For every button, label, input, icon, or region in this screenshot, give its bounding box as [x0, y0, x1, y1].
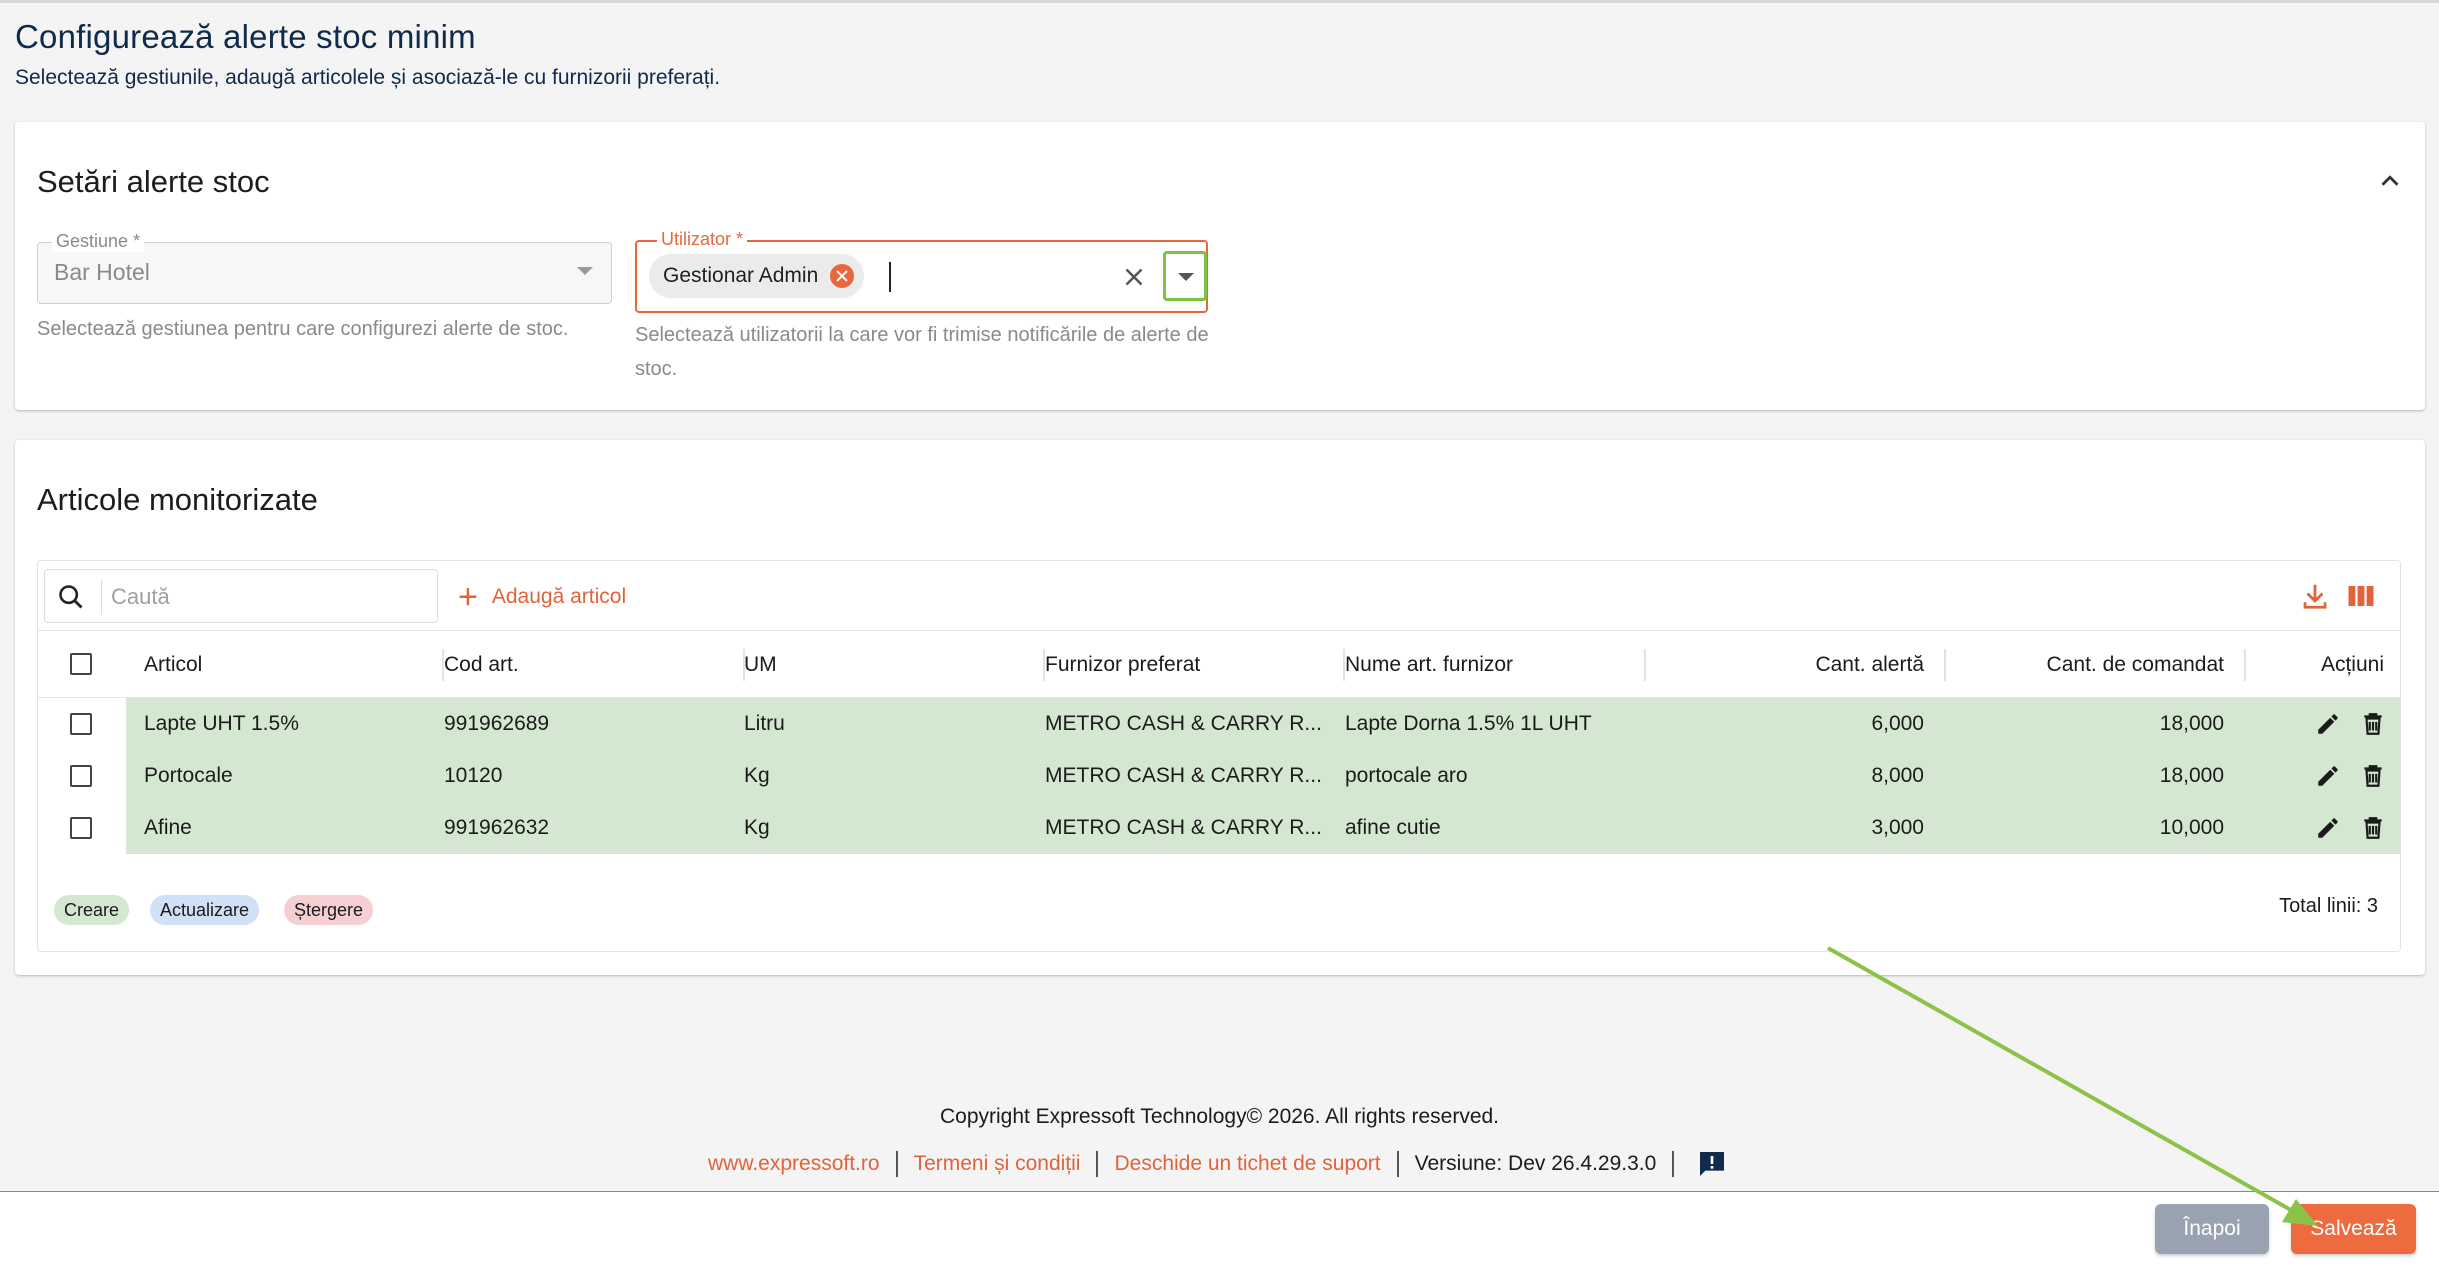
chevron-down-icon: [577, 267, 593, 275]
cell-um: Kg: [744, 764, 770, 787]
cell-cant-alerta: 8,000: [1871, 764, 1924, 787]
clear-icon[interactable]: [1119, 262, 1149, 292]
cell-articol: Portocale: [144, 764, 233, 787]
column-header[interactable]: Furnizor preferat: [1045, 631, 1200, 699]
terms-link[interactable]: Termeni și condiții: [914, 1152, 1081, 1176]
chevron-down-icon: [1178, 273, 1194, 281]
column-header[interactable]: UM: [744, 631, 777, 699]
trash-icon[interactable]: [2360, 763, 2386, 789]
cell-nume-furnizor: afine cutie: [1345, 816, 1441, 839]
total-rows: Total linii: 3: [2279, 895, 2378, 917]
cell-furnizor: METRO CASH & CARRY R...: [1045, 764, 1322, 787]
user-chip-label: Gestionar Admin: [663, 264, 819, 287]
edit-icon[interactable]: [2315, 815, 2341, 841]
plus-icon: +: [458, 578, 478, 616]
cell-furnizor: METRO CASH & CARRY R...: [1045, 712, 1322, 735]
column-divider[interactable]: [1644, 649, 1646, 681]
search-divider: [101, 580, 102, 614]
settings-card: Setări alerte stoc Gestiune * Bar Hotel …: [15, 122, 2425, 410]
add-article-button[interactable]: + Adaugă articol: [458, 577, 626, 617]
chip-remove-icon[interactable]: [830, 264, 855, 288]
cell-cant-comanda: 18,000: [2159, 712, 2224, 735]
support-ticket-link[interactable]: Deschide un tichet de suport: [1114, 1152, 1380, 1176]
chevron-up-icon[interactable]: [2375, 166, 2405, 196]
search-box: [44, 569, 438, 623]
download-icon[interactable]: [2300, 581, 2330, 611]
edit-icon[interactable]: [2315, 763, 2341, 789]
table-row[interactable]: Lapte UHT 1.5% 991962689 Litru METRO CAS…: [38, 698, 2400, 750]
column-divider[interactable]: [1944, 649, 1946, 681]
version-text: Versiune: Dev 26.4.29.3.0: [1414, 1152, 1657, 1175]
divider: [895, 1151, 898, 1177]
cell-articol: Lapte UHT 1.5%: [144, 712, 299, 735]
select-all-checkbox[interactable]: [70, 653, 92, 675]
row-checkbox[interactable]: [70, 817, 92, 839]
legend-update: Actualizare: [150, 895, 260, 925]
column-header[interactable]: Cant. de comandat: [2047, 631, 2224, 699]
table-header: Articol Cod art. UM Furnizor preferat Nu…: [38, 630, 2400, 698]
column-header[interactable]: Cant. alertă: [1815, 631, 1924, 699]
cell-cod: 991962689: [444, 712, 550, 735]
cell-furnizor: METRO CASH & CARRY R...: [1045, 816, 1322, 839]
action-bar: Înapoi Salvează: [0, 1191, 2439, 1268]
site-link[interactable]: www.expressoft.ro: [708, 1152, 880, 1176]
row-checkbox[interactable]: [70, 713, 92, 735]
search-input[interactable]: [111, 580, 431, 614]
cell-cant-comanda: 18,000: [2159, 764, 2224, 787]
gestiune-value: Bar Hotel: [54, 259, 150, 285]
text-cursor: [889, 262, 891, 292]
articles-table: + Adaugă articol Articol Cod art. UM Fur…: [37, 560, 2401, 952]
cell-articol: Afine: [144, 816, 192, 839]
legend-create: Creare: [54, 895, 130, 925]
divider: [1672, 1151, 1675, 1177]
columns-icon[interactable]: [2346, 581, 2376, 611]
user-chip: Gestionar Admin: [649, 254, 865, 298]
save-button[interactable]: Salvează: [2291, 1204, 2416, 1254]
top-divider: [0, 0, 2439, 3]
search-icon: [59, 585, 83, 609]
column-header[interactable]: Cod art.: [444, 631, 519, 699]
utilizator-label: Utilizator *: [657, 228, 748, 250]
divider: [1396, 1151, 1399, 1177]
cell-cod: 991962632: [444, 816, 550, 839]
gestiune-label: Gestiune *: [52, 230, 145, 252]
utilizator-autocomplete[interactable]: Utilizator * Gestionar Admin: [635, 228, 1208, 313]
gestiune-select[interactable]: Gestiune * Bar Hotel: [37, 230, 612, 304]
gestiune-helper: Selectează gestiunea pentru care configu…: [37, 318, 569, 340]
column-header[interactable]: Nume art. furnizor: [1345, 631, 1513, 699]
table-row[interactable]: Afine 991962632 Kg METRO CASH & CARRY R.…: [38, 802, 2400, 854]
divider: [1096, 1151, 1099, 1177]
copyright: Copyright Expressoft Technology© 2026. A…: [939, 1105, 1500, 1128]
add-article-label: Adaugă articol: [491, 585, 627, 608]
cell-cant-alerta: 6,000: [1871, 712, 1924, 735]
articles-card: Articole monitorizate + Adaugă articol A…: [15, 440, 2425, 975]
cell-cant-alerta: 3,000: [1871, 816, 1924, 839]
cell-cod: 10120: [444, 764, 503, 787]
cell-nume-furnizor: Lapte Dorna 1.5% 1L UHT: [1345, 712, 1592, 735]
column-header: Acțiuni: [2320, 653, 2384, 676]
page-subtitle: Selectează gestiunile, adaugă articolele…: [15, 66, 721, 89]
footer-links: www.expressoft.ro Termeni și condiții De…: [708, 1148, 1728, 1180]
page-title: Configurează alerte stoc minim: [15, 18, 476, 55]
trash-icon[interactable]: [2360, 711, 2386, 737]
trash-icon[interactable]: [2360, 815, 2386, 841]
cell-nume-furnizor: portocale aro: [1345, 764, 1468, 787]
cell-cant-comanda: 10,000: [2159, 816, 2224, 839]
edit-icon[interactable]: [2315, 711, 2341, 737]
page-header: Configurează alerte stoc minim Selecteaz…: [15, 18, 720, 90]
dropdown-toggle-button[interactable]: [1163, 251, 1207, 301]
settings-card-title: Setări alerte stoc: [37, 164, 270, 199]
column-divider[interactable]: [2244, 649, 2246, 681]
feedback-icon[interactable]: [1696, 1148, 1728, 1180]
column-header[interactable]: Articol: [144, 631, 202, 699]
table-row[interactable]: Portocale 10120 Kg METRO CASH & CARRY R.…: [38, 750, 2400, 802]
articles-card-title: Articole monitorizate: [37, 482, 318, 517]
legend-delete: Ștergere: [284, 895, 374, 925]
utilizator-helper: Selectează utilizatorii la care vor fi t…: [635, 324, 1209, 380]
back-button[interactable]: Înapoi: [2155, 1204, 2269, 1254]
cell-um: Kg: [744, 816, 770, 839]
cell-um: Litru: [744, 712, 785, 735]
row-checkbox[interactable]: [70, 765, 92, 787]
